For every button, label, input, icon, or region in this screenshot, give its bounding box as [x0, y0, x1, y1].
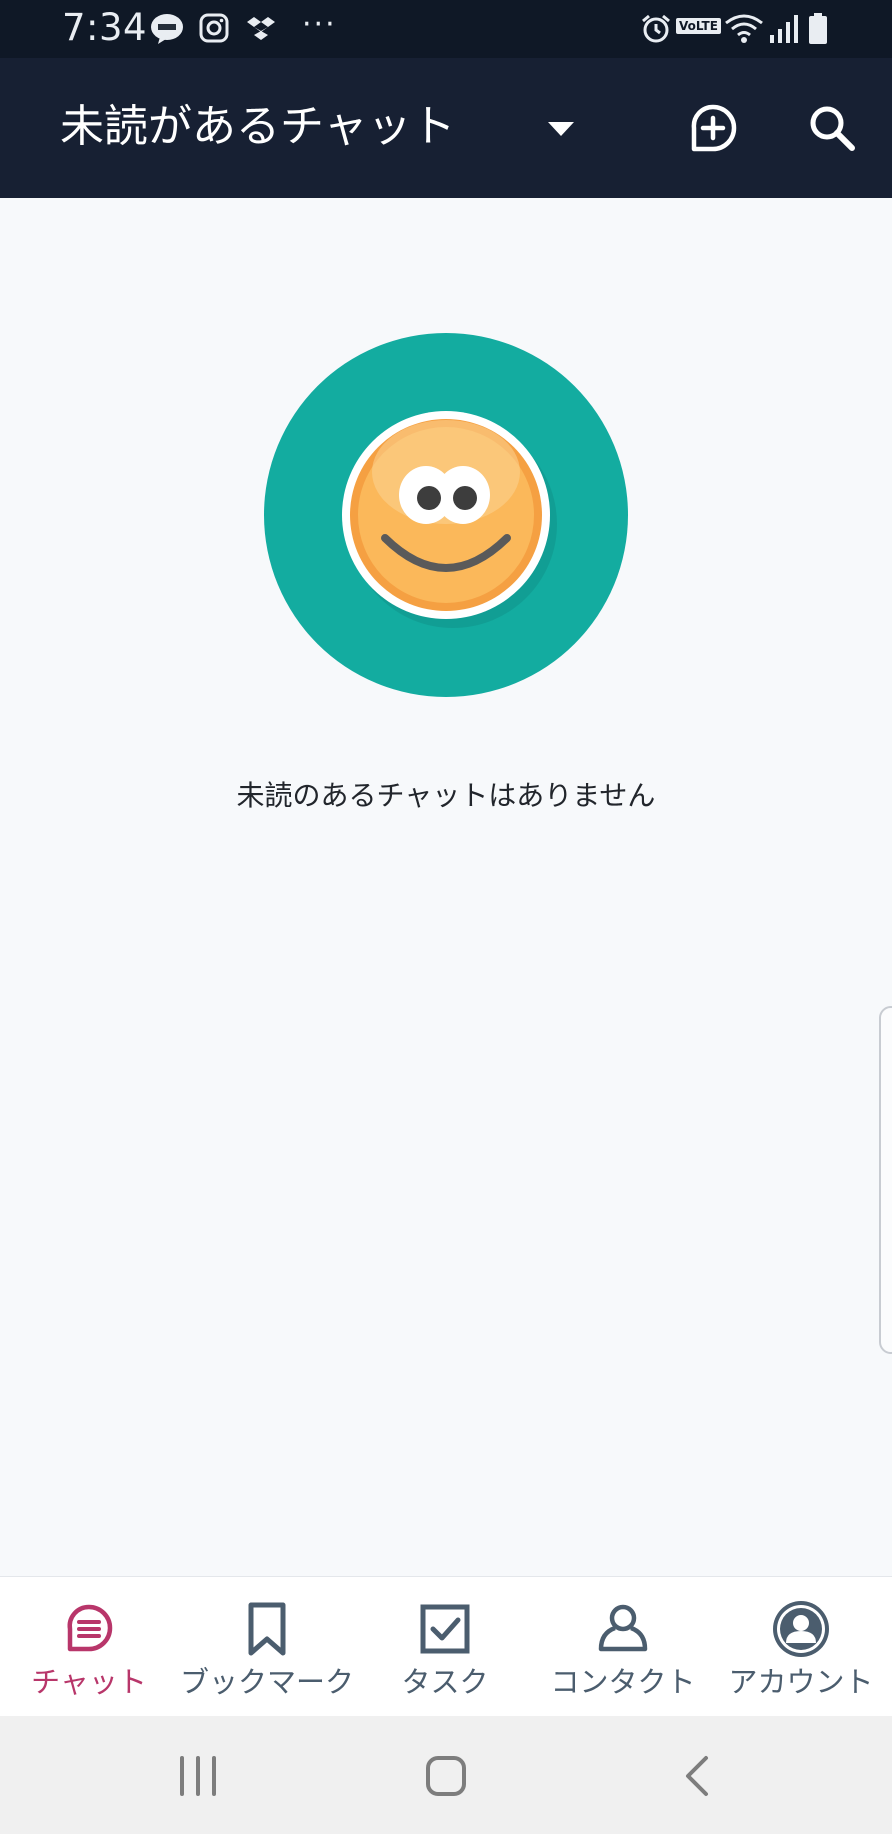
contact-icon	[598, 1604, 648, 1652]
tab-label: タスク	[401, 1665, 489, 1699]
search-icon[interactable]	[808, 104, 856, 152]
tab-label: ブックマーク	[179, 1665, 354, 1699]
back-icon[interactable]	[682, 1754, 712, 1798]
tab-task[interactable]: タスク	[356, 1577, 534, 1717]
empty-state-message: 未読のあるチャットはありません	[236, 779, 656, 812]
add-chat-icon[interactable]	[688, 103, 738, 153]
more-icon: ···	[302, 7, 337, 42]
tab-chat[interactable]: チャット	[0, 1577, 178, 1717]
battery-icon	[809, 13, 827, 44]
bottom-nav: チャット ブックマーク タスク コンタクト アカウント	[0, 1576, 892, 1717]
recent-apps-icon[interactable]	[178, 1754, 218, 1798]
tab-contact[interactable]: コンタクト	[534, 1577, 712, 1717]
tab-label: チャット	[31, 1665, 147, 1699]
side-panel-handle[interactable]	[879, 1006, 892, 1354]
tab-account[interactable]: アカウント	[712, 1577, 890, 1717]
home-icon[interactable]	[424, 1754, 468, 1798]
status-time: 7:34	[62, 6, 148, 49]
alarm-icon	[642, 14, 670, 43]
task-check-icon	[420, 1604, 470, 1654]
chat-icon	[67, 1604, 113, 1652]
system-nav	[0, 1716, 892, 1834]
signal-icon	[770, 15, 798, 43]
smiley-face-icon	[264, 333, 628, 697]
status-bar: 7:34 ··· VoLTE	[0, 0, 892, 58]
volte-icon: VoLTE	[676, 18, 721, 34]
tab-label: アカウント	[728, 1665, 874, 1699]
dropbox-icon	[247, 17, 275, 40]
tab-bookmark[interactable]: ブックマーク	[178, 1577, 356, 1717]
tab-label: コンタクト	[550, 1665, 696, 1699]
wifi-icon	[725, 14, 763, 43]
dropdown-arrow-icon[interactable]	[548, 122, 574, 138]
instagram-icon	[199, 13, 229, 43]
app-header: 未読があるチャット	[0, 58, 892, 198]
bookmark-icon	[248, 1602, 286, 1656]
account-icon	[773, 1601, 829, 1657]
page-title[interactable]: 未読があるチャット	[60, 102, 456, 152]
line-icon	[151, 14, 183, 44]
